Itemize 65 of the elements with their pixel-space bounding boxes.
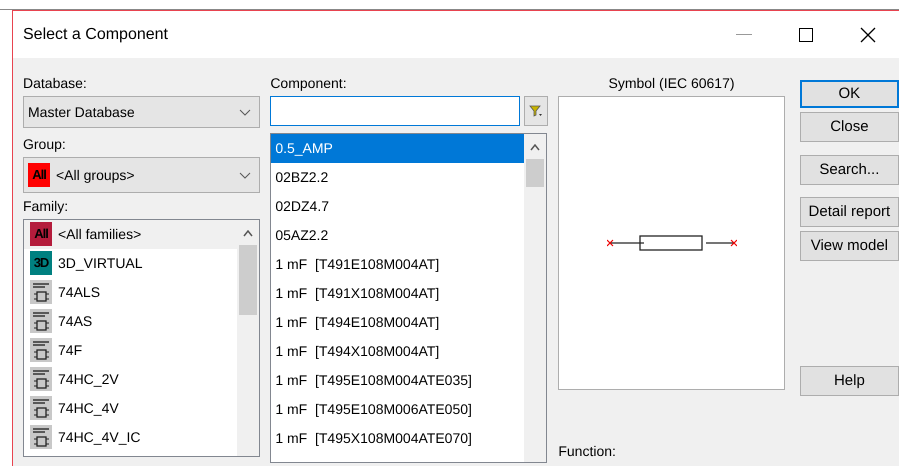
component-item[interactable]: 1 mF [T491X108M004AT] — [271, 279, 524, 308]
maximize-icon[interactable] — [799, 28, 813, 42]
scroll-thumb[interactable] — [526, 159, 544, 187]
component-search-field[interactable] — [270, 96, 520, 126]
family-name: 74HC_4V — [58, 398, 119, 418]
dialog-button[interactable]: Close — [800, 112, 899, 142]
family-item[interactable]: 74AS — [24, 306, 238, 336]
family-badge-icon: 3D — [30, 251, 52, 275]
family-name: 74ALS — [58, 282, 100, 302]
family-label: Family: — [23, 196, 70, 214]
symbol-label: Symbol (IEC 60617) — [607, 74, 736, 92]
dialog-button[interactable]: Help — [800, 366, 899, 396]
family-name: 74HC_2V — [58, 370, 119, 389]
family-badge-icon: All — [30, 222, 52, 246]
family-name: 3D_VIRTUAL — [58, 254, 143, 273]
minimize-icon[interactable] — [736, 34, 752, 36]
scroll-up-icon[interactable] — [243, 230, 254, 236]
group-label: Group: — [23, 135, 67, 153]
chevron-icon — [239, 172, 252, 178]
family-item[interactable]: All <All families> — [24, 220, 238, 248]
component-label: Component: — [270, 74, 348, 92]
component-item[interactable]: 1 mF [T494X108M004AT] — [271, 337, 524, 366]
family-name: 74F — [58, 340, 82, 360]
function-label: Function: — [558, 442, 617, 460]
filter-button[interactable] — [524, 96, 548, 126]
group-dropdown[interactable]: All <All groups> — [23, 157, 260, 193]
close-icon[interactable] — [860, 26, 876, 42]
component-item[interactable]: 02DZ4.7 — [271, 192, 524, 221]
family-item[interactable]: 74F — [24, 336, 238, 364]
filter-icon — [529, 105, 544, 117]
scrollbar[interactable] — [237, 220, 260, 456]
scroll-thumb[interactable] — [239, 244, 258, 314]
component-item[interactable]: 1 mF [T494E108M004AT] — [271, 308, 524, 337]
group-badge-icon: All — [28, 163, 50, 187]
chip-icon — [30, 425, 52, 449]
database-dropdown[interactable]: Master Database — [23, 96, 260, 128]
family-item[interactable]: 74HC_2V — [24, 364, 238, 394]
chip-icon — [30, 367, 52, 391]
window-title: Select a Component — [23, 24, 169, 44]
chevron-icon — [239, 108, 252, 116]
family-name: 74AS — [58, 312, 92, 330]
family-item[interactable]: 3D 3D_VIRTUAL — [24, 248, 238, 278]
chip-icon — [30, 309, 52, 333]
component-item[interactable]: 1 mF [T491E108M004AT] — [271, 250, 524, 279]
dialog-button[interactable]: Detail report — [800, 197, 899, 227]
dialog-button[interactable]: Search... — [800, 155, 899, 185]
database-label: Database: — [23, 74, 88, 92]
scrollbar[interactable] — [524, 134, 546, 462]
component-item[interactable]: 0.5_AMP — [271, 134, 524, 163]
family-name: <All families> — [58, 224, 142, 244]
chip-icon — [30, 338, 52, 362]
family-item[interactable]: 74HC_4V — [24, 394, 238, 422]
component-item[interactable]: 1 mF [T495X108M004ATE070] — [271, 424, 524, 453]
dialog-button[interactable]: View model — [800, 231, 899, 261]
family-item[interactable]: 74HC_4V_IC — [24, 422, 238, 452]
component-item[interactable]: 02BZ2.2 — [271, 163, 524, 192]
component-item[interactable]: 1 mF [T495E108M004ATE035] — [271, 366, 524, 395]
component-item[interactable]: 05AZ2.2 — [271, 221, 524, 250]
family-name: 74HC_4V_IC — [58, 428, 140, 447]
scroll-up-icon[interactable] — [530, 144, 540, 151]
component-item[interactable]: 1 mF [T495E108M006ATE050] — [271, 395, 524, 424]
chip-icon — [30, 396, 52, 420]
family-item[interactable]: 74ALS — [24, 278, 238, 306]
chip-icon — [30, 280, 52, 304]
dialog-button[interactable]: OK — [800, 80, 899, 108]
